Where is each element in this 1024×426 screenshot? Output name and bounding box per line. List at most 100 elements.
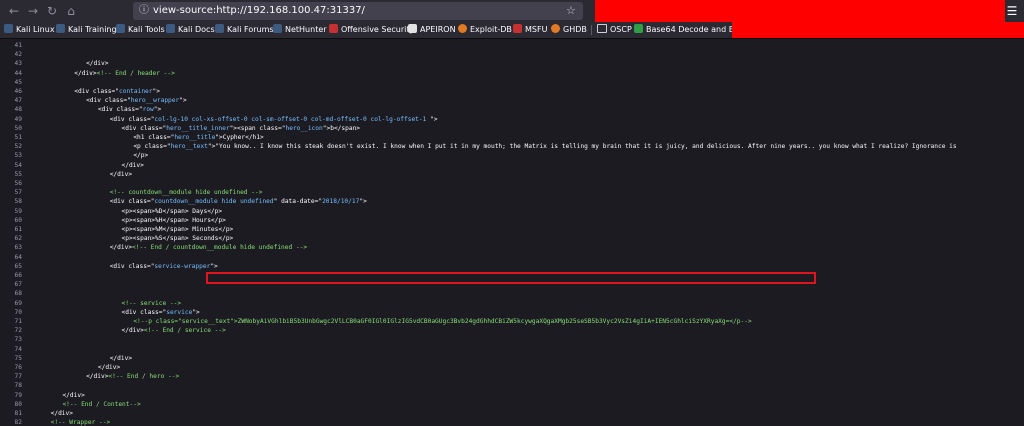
code-token-tag: </p> (218, 235, 234, 243)
bookmark-kali-linux[interactable]: Kali Linux (4, 24, 55, 36)
code-token-txt: Days (188, 207, 208, 215)
line-number: 81 (14, 410, 22, 417)
address-bar[interactable]: ⓘ view-source:http://192.168.100.47:3133… (133, 2, 583, 20)
line-number: 62 (14, 235, 22, 243)
code-token-tag: " (273, 198, 282, 206)
star-icon[interactable]: ☆ (566, 4, 576, 18)
kali-icon (166, 24, 175, 33)
source-code: <div class="row"> (98, 105, 161, 114)
home-icon: ⌂ (67, 4, 75, 18)
source-code: </div><!-- End / header --> (74, 69, 175, 78)
bookmark-base64[interactable]: Base64 Decode and E... (634, 24, 741, 36)
kali-icon (273, 24, 282, 33)
code-token-tag: </span> (162, 226, 189, 233)
source-code: <div class="service-wrapper"> (110, 262, 218, 271)
bookmark-ghdb[interactable]: GHDB (551, 24, 587, 36)
source-code: </div><!-- End / countdown__module hide … (110, 243, 307, 252)
source-line: 49 <div class="col-lg-10 col-xs-offset-0 … (0, 115, 1024, 124)
line-number: 49 (14, 115, 22, 123)
source-line: 55 </div> (0, 170, 1024, 179)
code-token-cmt: <!-- End / hero --> (108, 373, 180, 381)
reload-button[interactable]: ↻ (44, 3, 60, 19)
code-token-tag: =" (111, 88, 119, 95)
code-token-val: container (118, 88, 153, 95)
exploit-db-icon (458, 24, 467, 33)
source-line: 81 </div> (0, 409, 1024, 418)
source-code: <p><span>%H</span> Hours</p> (122, 216, 226, 225)
code-token-txt: Minutes (188, 226, 219, 233)
hamburger-menu-button[interactable]: ☰ (1004, 3, 1020, 19)
source-code: <p><span>%S</span> Seconds</p> (122, 234, 234, 243)
bookmark-offensive-security[interactable]: Offensive Security (329, 24, 414, 36)
bookmark-kali-training[interactable]: Kali Training (56, 24, 117, 36)
code-token-tag: "> (152, 88, 160, 95)
code-token-tag: </span> (162, 235, 189, 243)
source-line: 54 </div> (0, 161, 1024, 170)
source-code: <!-- Wrapper --> (51, 418, 111, 426)
source-line: 70 <div class="service"> (0, 308, 1024, 317)
code-token-attr: class (128, 115, 147, 123)
code-token-tag: </div> (97, 364, 121, 371)
code-token-tag: "> (215, 134, 223, 141)
source-code: <div class="hero__title_inner"><span cla… (122, 124, 361, 133)
home-button[interactable]: ⌂ (63, 3, 79, 19)
bookmarks-toolbar: Kali Linux Kali Training Kali Tools Kali… (0, 22, 1024, 39)
back-button[interactable]: ← (6, 3, 22, 19)
source-code: <p class="hero__text">"You know.. I know… (133, 142, 956, 151)
bookmark-kali-forums[interactable]: Kali Forums (215, 24, 274, 36)
source-line: 64 (0, 253, 1024, 262)
code-token-tag: <div (121, 124, 141, 132)
code-token-val: countdown__module hide undefined (154, 198, 274, 206)
code-token-cmt: <!-- End / Content--> (62, 400, 141, 408)
code-token-tag: </p> (210, 216, 226, 224)
kali-icon (56, 24, 65, 33)
source-line: 63 </div><!-- End / countdown__module hid… (0, 243, 1024, 252)
code-token-val: row (142, 106, 154, 114)
code-token-val: hero__title (174, 134, 216, 141)
line-number: 56 (14, 180, 22, 187)
bookmark-kali-tools[interactable]: Kali Tools (116, 24, 165, 36)
bookmark-nethunter[interactable]: NetHunter (273, 24, 327, 36)
source-line: 69 <!-- service --> (0, 299, 1024, 308)
code-token-tag: <p><span> (121, 207, 156, 215)
code-token-tag: </p> (207, 207, 223, 215)
page-info-icon[interactable]: ⓘ (139, 4, 149, 18)
bookmark-kali-docs[interactable]: Kali Docs (166, 24, 215, 36)
line-number: 44 (14, 69, 22, 77)
ghdb-icon (551, 24, 560, 33)
code-token-tag: <div (109, 115, 129, 123)
bookmark-exploit-db[interactable]: Exploit-DB (458, 24, 512, 36)
forward-button[interactable]: → (25, 3, 41, 19)
source-line: 65 <div class="service-wrapper"> (0, 262, 1024, 271)
code-token-val: 2018/10/17 (322, 198, 360, 206)
source-line: 68 (0, 289, 1024, 298)
bookmark-apeiron[interactable]: APEIRON (408, 24, 456, 36)
line-number: 70 (14, 308, 22, 316)
folder-icon (597, 24, 607, 33)
code-token-attr: class (259, 124, 279, 132)
source-line: 59 <p><span>%D</span> Days</p> (0, 207, 1024, 216)
source-code: </div> (86, 59, 108, 68)
code-token-val: hero__title_inner (166, 124, 230, 132)
code-token-tag: </span> (162, 207, 189, 215)
bookmark-folder-oscp[interactable]: OSCP (597, 24, 632, 36)
line-number: 69 (14, 299, 22, 307)
redacted-area (732, 22, 1024, 38)
bookmark-msfu[interactable]: MSFU (513, 24, 547, 36)
browser-toolbar: ← → ↻ ⌂ ⓘ view-source:http://192.168.100… (0, 0, 1024, 22)
source-line: 45 (0, 78, 1024, 87)
code-token-cmt: <!-- End / service --> (143, 327, 226, 335)
line-number: 63 (14, 244, 22, 252)
url-text[interactable]: view-source:http://192.168.100.47:31337/ (153, 5, 365, 17)
code-token-tag: </div> (62, 391, 85, 399)
code-token-tag: </div> (121, 161, 144, 169)
line-number: 66 (14, 272, 22, 279)
line-number: 50 (14, 124, 22, 132)
code-token-tag: "> (153, 106, 162, 114)
source-line: 62 <p><span>%S</span> Seconds</p> (0, 234, 1024, 243)
page-source-view[interactable]: 41 42 43 </div> 44 </div><!-- End / header --… (0, 39, 1024, 426)
line-number: 41 (14, 42, 22, 49)
code-token-tag: <p><span> (121, 226, 156, 233)
source-code: <div class="col-lg-10 col-xs-offset-0 co… (110, 115, 438, 124)
kali-icon (116, 24, 125, 33)
